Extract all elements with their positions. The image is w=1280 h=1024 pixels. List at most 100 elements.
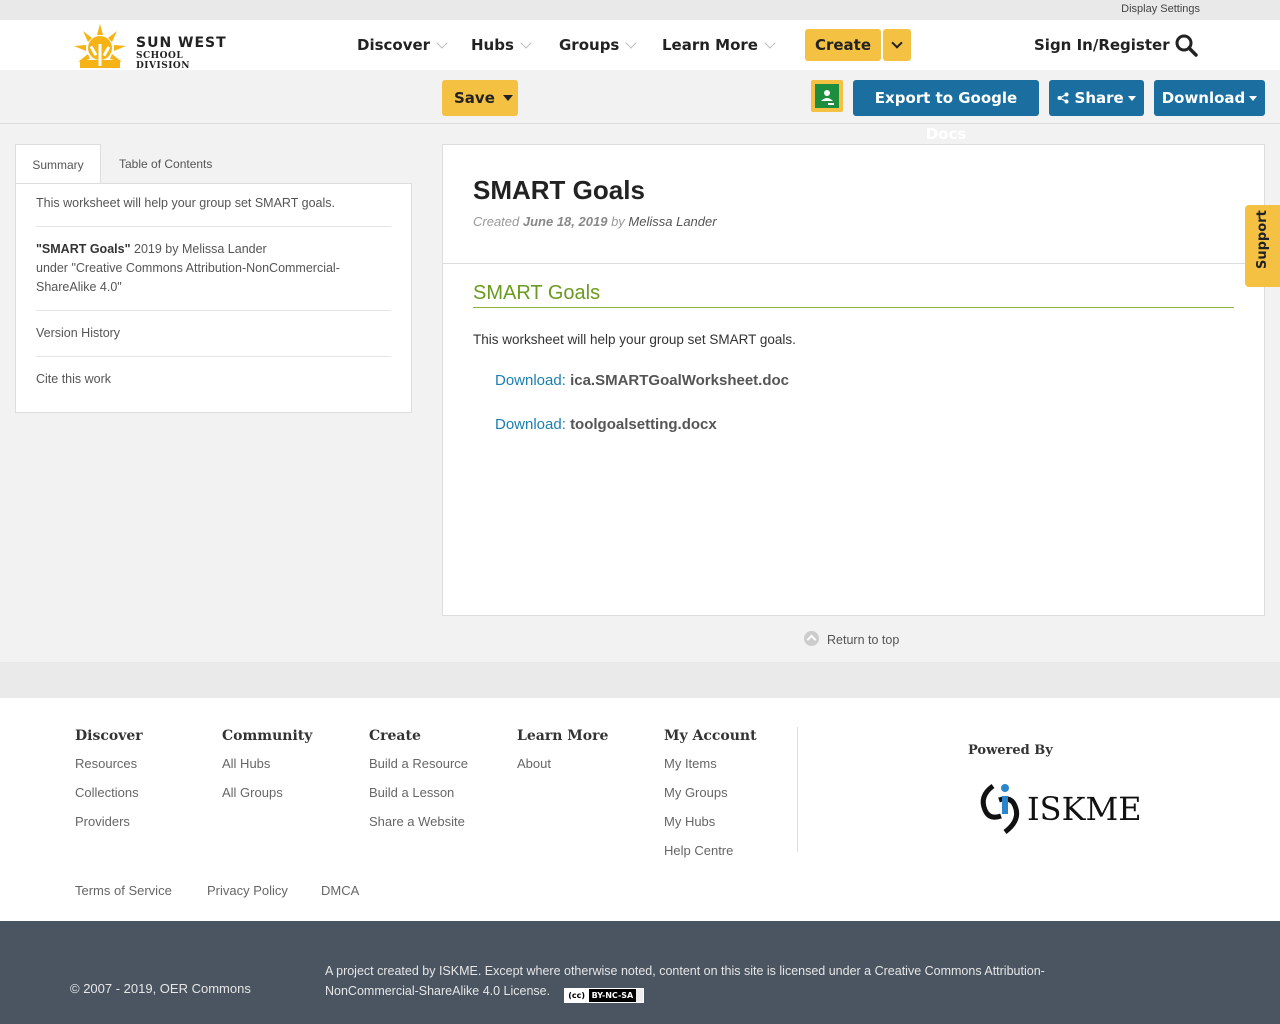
footer-link[interactable]: Share a Website — [369, 814, 468, 843]
cc-license-badge[interactable]: (cc) BY-NC-SA — [563, 988, 644, 1003]
footer-link[interactable]: My Items — [664, 756, 757, 785]
resource-content: SMART Goals Created June 18, 2019 by Mel… — [442, 144, 1265, 616]
footer-heading: Discover — [75, 728, 143, 744]
google-classroom-button[interactable] — [811, 80, 843, 112]
download-filename: ica.SMARTGoalWorksheet.doc — [570, 372, 789, 389]
export-google-docs-button[interactable]: Export to Google Docs — [853, 80, 1039, 143]
footer-column-learn-more: Learn More About — [517, 728, 608, 785]
share-button[interactable]: Share — [1049, 80, 1144, 116]
download-label: Download — [1161, 89, 1246, 107]
resource-description: This worksheet will help your group set … — [473, 332, 796, 347]
download-link[interactable]: Download: toolgoalsetting.docx — [495, 416, 717, 433]
resource-toolbar: Save Export to Google Docs Share Downloa… — [0, 70, 1280, 143]
chevron-down-icon — [520, 37, 532, 49]
share-label: Share — [1074, 89, 1124, 107]
sign-in-register-link[interactable]: Sign In/Register — [1034, 36, 1170, 54]
footer-link[interactable]: About — [517, 756, 608, 785]
nav-hubs[interactable]: Hubs — [471, 36, 532, 54]
dmca-link[interactable]: DMCA — [321, 883, 359, 898]
nav-discover[interactable]: Discover — [357, 36, 448, 54]
divider — [36, 226, 391, 227]
sidebar-tabs: Summary Table of Contents — [15, 144, 412, 184]
brand-name: SUN WEST — [136, 35, 227, 51]
save-label: Save — [454, 89, 495, 107]
footer-divider — [797, 727, 798, 852]
copyright: © 2007 - 2019, OER Commons — [70, 981, 251, 996]
attribution-title: "SMART Goals" — [36, 242, 131, 256]
footer-link[interactable]: All Groups — [222, 785, 312, 814]
return-to-top-link[interactable]: Return to top — [804, 629, 899, 647]
nav-learn-more-label: Learn More — [662, 36, 758, 54]
privacy-link[interactable]: Privacy Policy — [207, 883, 288, 898]
caret-down-icon — [1249, 96, 1258, 101]
download-button[interactable]: Download — [1154, 80, 1265, 116]
footer-link[interactable]: All Hubs — [222, 756, 312, 785]
footer-link[interactable]: Collections — [75, 785, 143, 814]
divider — [36, 310, 391, 311]
footer-heading: Learn More — [517, 728, 609, 744]
created-date: June 18, 2019 — [522, 214, 608, 229]
support-label: Support — [1255, 210, 1270, 269]
site-logo[interactable]: SUN WEST SCHOOL DIVISION — [70, 22, 240, 71]
footer-column-community: Community All Hubs All Groups — [222, 728, 312, 814]
section-heading: SMART Goals — [473, 282, 1234, 308]
tab-summary[interactable]: Summary — [15, 144, 101, 184]
terms-link[interactable]: Terms of Service — [75, 883, 172, 898]
footer-column-discover: Discover Resources Collections Providers — [75, 728, 143, 843]
cite-work-link[interactable]: Cite this work — [36, 370, 391, 389]
attribution-year-author: 2019 by Melissa Lander — [134, 242, 267, 256]
nav-groups[interactable]: Groups — [559, 36, 638, 54]
nav-hubs-label: Hubs — [471, 36, 514, 54]
summary-text: This worksheet will help your group set … — [36, 196, 335, 210]
footer-link[interactable]: Help Centre — [664, 843, 757, 872]
brand-subtitle: SCHOOL DIVISION — [136, 51, 190, 71]
page-title: SMART Goals — [473, 175, 645, 205]
tab-table-of-contents[interactable]: Table of Contents — [119, 144, 212, 184]
iskme-logo-text: ISKME — [1027, 790, 1142, 828]
chevron-down-icon — [891, 37, 903, 49]
google-classroom-icon — [815, 84, 839, 108]
support-tab[interactable]: Support — [1245, 205, 1280, 287]
download-label: Download: — [495, 416, 566, 433]
cc-badge-label: BY-NC-SA — [588, 989, 637, 1002]
attribution-under: under — [36, 261, 68, 275]
author-link[interactable]: Melissa Lander — [628, 214, 716, 229]
create-dropdown-button[interactable] — [883, 29, 911, 61]
site-header: SUN WEST SCHOOL DIVISION Discover Hubs G… — [0, 20, 1280, 71]
top-strip: Display Settings — [0, 0, 1280, 20]
created-label: Created — [473, 214, 520, 229]
attribution-license: "Creative Commons Attribution-NonCommerc… — [36, 261, 340, 294]
footer-heading: My Account — [664, 728, 757, 744]
arrow-up-circle-icon — [804, 631, 819, 646]
iskme-logo[interactable]: ISKME — [975, 776, 1155, 840]
sun-tree-logo-icon — [74, 24, 126, 68]
divider — [36, 356, 391, 357]
project-notice: A project created by ISKME. Except where… — [325, 961, 1085, 1003]
save-button[interactable]: Save — [442, 80, 518, 116]
site-footer: Discover Resources Collections Providers… — [0, 698, 1280, 921]
divider — [443, 263, 1264, 264]
caret-down-icon — [502, 95, 513, 101]
summary-panel: This worksheet will help your group set … — [15, 183, 412, 413]
bottom-bar: © 2007 - 2019, OER Commons A project cre… — [0, 921, 1280, 1024]
footer-link[interactable]: Build a Resource — [369, 756, 468, 785]
footer-link[interactable]: Build a Lesson — [369, 785, 468, 814]
footer-column-create: Create Build a Resource Build a Lesson S… — [369, 728, 468, 843]
footer-spacer — [0, 662, 1280, 698]
version-history-link[interactable]: Version History — [36, 324, 391, 343]
nav-learn-more[interactable]: Learn More — [662, 36, 776, 54]
footer-link[interactable]: My Hubs — [664, 814, 757, 843]
create-button[interactable]: Create — [805, 29, 881, 61]
by-label: by — [611, 214, 625, 229]
download-link[interactable]: Download: ica.SMARTGoalWorksheet.doc — [495, 372, 789, 389]
created-meta: Created June 18, 2019 by Melissa Lander — [473, 214, 717, 229]
license-text: A project created by ISKME. Except where… — [325, 964, 1045, 998]
share-icon — [1057, 92, 1069, 104]
footer-link[interactable]: Resources — [75, 756, 143, 785]
chevron-down-icon — [764, 37, 776, 49]
display-settings-link[interactable]: Display Settings — [1121, 3, 1200, 15]
download-label: Download: — [495, 372, 566, 389]
footer-link[interactable]: Providers — [75, 814, 143, 843]
search-icon[interactable] — [1174, 33, 1198, 57]
footer-link[interactable]: My Groups — [664, 785, 757, 814]
